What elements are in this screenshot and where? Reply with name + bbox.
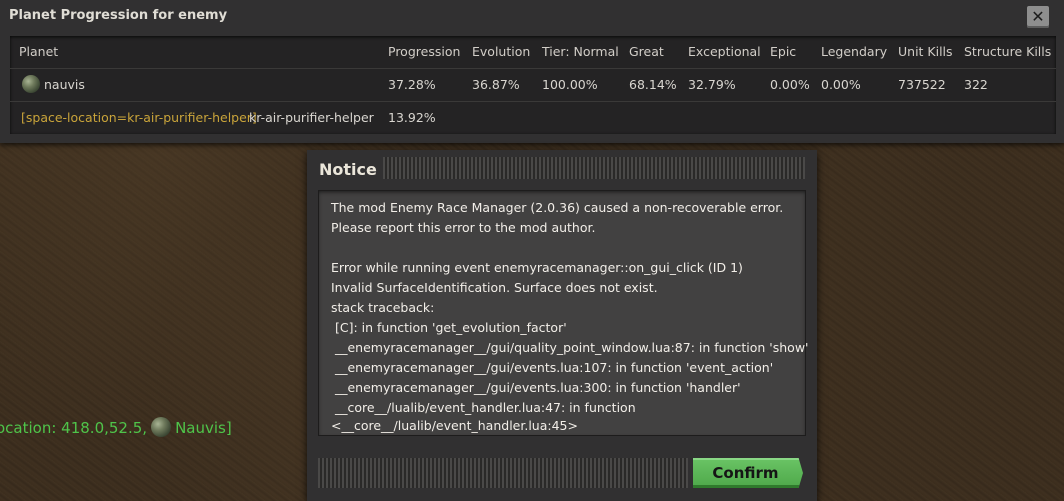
message-line: <__core__/lualib/event_handler.lua:45>: [331, 418, 578, 433]
header-great: Great: [629, 44, 664, 59]
table-row: nauvis 37.28% 36.87% 100.00% 68.14% 32.7…: [10, 69, 1056, 102]
message-line: The mod Enemy Race Manager (2.0.36) caus…: [331, 200, 784, 215]
message-line: __enemyracemanager__/gui/quality_point_w…: [331, 340, 809, 355]
message-line: Error while running event enemyracemanag…: [331, 260, 743, 275]
notice-title: Notice: [319, 160, 377, 179]
message-line: __enemyracemanager__/gui/events.lua:107:…: [331, 360, 774, 375]
header-epic: Epic: [770, 44, 797, 59]
header-planet: Planet: [19, 44, 59, 59]
message-line: __core__/lualib/event_handler.lua:47: in…: [331, 400, 636, 415]
message-line: [C]: in function 'get_evolution_factor': [331, 320, 567, 335]
location-coordinates: ocation: 418.0,52.5,: [0, 419, 148, 437]
error-message-box: The mod Enemy Race Manager (2.0.36) caus…: [318, 190, 809, 436]
evolution-value: 36.87%: [472, 77, 520, 92]
location-planet: Nauvis]: [175, 419, 232, 437]
structure-kills-value: 322: [964, 77, 988, 92]
notice-dialog: Notice The mod Enemy Race Manager (2.0.3…: [307, 150, 817, 501]
progression-value: 13.92%: [388, 110, 436, 125]
header-legendary: Legendary: [821, 44, 888, 59]
header-tier-normal: Tier: Normal: [542, 44, 619, 59]
message-line: stack traceback:: [331, 300, 435, 315]
message-line: __enemyracemanager__/gui/events.lua:300:…: [331, 380, 741, 395]
legendary-value: 0.00%: [821, 77, 861, 92]
planet-tag: [space-location=kr-air-purifier-helper]: [21, 110, 257, 125]
header-unit-kills: Unit Kills: [898, 44, 953, 59]
header-structure-kills: Structure Kills: [964, 44, 1052, 59]
location-readout: ocation: 418.0,52.5, Nauvis]: [0, 417, 232, 437]
epic-value: 0.00%: [770, 77, 810, 92]
window-titlebar[interactable]: Planet Progression for enemy ✕: [0, 0, 1064, 34]
confirm-button[interactable]: Confirm: [693, 458, 803, 488]
header-progression: Progression: [388, 44, 461, 59]
planet-nauvis-icon: [151, 417, 172, 437]
planet-name: kr-air-purifier-helper: [249, 110, 374, 125]
header-evolution: Evolution: [472, 44, 531, 59]
bottom-drag-filler: [318, 458, 688, 488]
planet-name: nauvis: [44, 77, 85, 92]
unit-kills-value: 737522: [898, 77, 946, 92]
window-title: Planet Progression for enemy: [9, 8, 228, 23]
progression-value: 37.28%: [388, 77, 436, 92]
planet-nauvis-icon: [22, 75, 40, 93]
great-value: 68.14%: [629, 77, 677, 92]
message-line: Invalid SurfaceIdentification. Surface d…: [331, 280, 658, 295]
table-header-row: Planet Progression Evolution Tier: Norma…: [10, 36, 1056, 69]
exceptional-value: 32.79%: [688, 77, 736, 92]
confirm-label: Confirm: [712, 464, 779, 482]
close-icon[interactable]: ✕: [1027, 6, 1049, 28]
table-row: [space-location=kr-air-purifier-helper] …: [10, 102, 1056, 134]
drag-handle[interactable]: [383, 157, 805, 179]
message-line: Please report this error to the mod auth…: [331, 220, 596, 235]
progression-table: Planet Progression Evolution Tier: Norma…: [10, 36, 1056, 134]
tier-normal-value: 100.00%: [542, 77, 598, 92]
header-exceptional: Exceptional: [688, 44, 761, 59]
planet-progression-window: Planet Progression for enemy ✕ Planet Pr…: [0, 0, 1064, 143]
